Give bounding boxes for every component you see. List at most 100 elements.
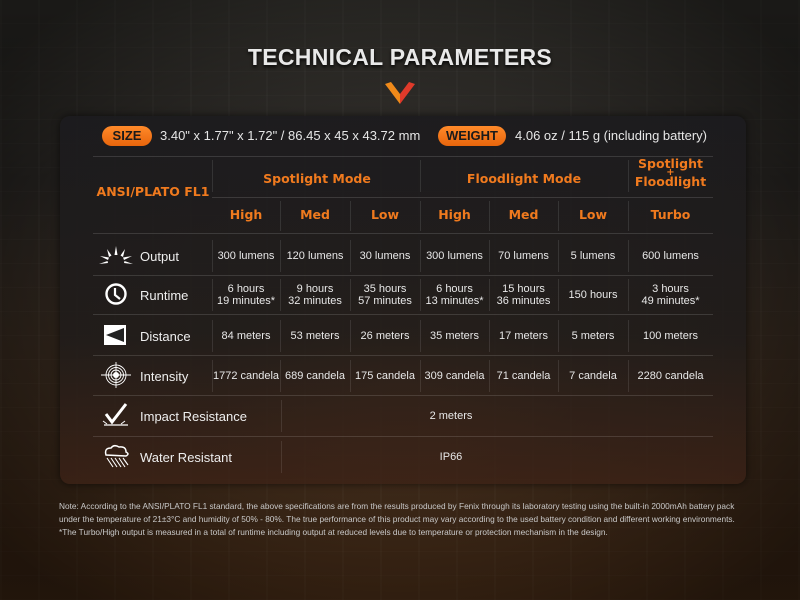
column-divider [280,240,281,272]
column-divider [489,320,490,352]
size-badge: SIZE [102,126,152,146]
column-divider [628,160,629,192]
column-divider [489,360,490,392]
column-divider [489,201,490,231]
weight-value: 4.06 oz / 115 g (including battery) [515,128,707,143]
mode-header-low: Low [578,207,608,222]
row-label-runtime: Runtime [140,287,189,303]
cell-line: 35 hours [363,283,407,295]
column-divider [628,240,629,272]
combo-line2: Floodlight [634,174,707,189]
cell-line: 30 lumens [359,250,411,262]
combo-mode-header: Spotlight + Floodlight [628,157,713,189]
table-cell: 2280 candela [628,356,713,396]
column-divider [212,240,213,272]
footnote-line3: *The Turbo/High output is measured in a … [59,527,608,537]
spotlight-mode-header: Spotlight Mode [263,171,371,186]
row-label-output: Output [140,248,180,264]
mode-header-high: High [229,207,263,222]
divider [93,233,713,234]
cell-line: 1772 candela [212,370,280,382]
table-cell: 84 meters [212,316,280,356]
column-divider [628,201,629,231]
footnote: Note: According to the ANSI/PLATO FL1 st… [59,500,779,539]
row-label-impact-resistance: Impact Resistance [140,408,247,424]
weight-badge: WEIGHT [438,126,506,146]
table-cell: 3 hours 49 minutes* [628,275,713,315]
column-divider [280,320,281,352]
table-cell: 600 lumens [628,236,713,276]
table-cell: 1772 candela [212,356,280,396]
column-divider [420,160,421,192]
mode-header-high: High [438,207,471,222]
table-cell: 71 candela [489,356,558,396]
cell-line: 309 candela [424,370,485,382]
cell-line: 17 meters [499,330,548,342]
row-label-water-resistant: Water Resistant [140,449,232,465]
column-divider [212,360,213,392]
table-cell: 300 lumens [420,236,489,276]
cell-line: 53 meters [290,330,340,342]
table-cell: 175 candela [350,356,420,396]
impact-check-icon [98,402,134,428]
column-divider [420,279,421,311]
cell-line: 6 hours [436,283,473,295]
size-value: 3.40" x 1.77" x 1.72" / 86.45 x 45 x 43.… [160,128,421,143]
row-label-distance: Distance [140,328,191,344]
column-divider [420,320,421,352]
column-divider [628,320,629,352]
cell-line: 26 meters [360,330,410,342]
column-divider [212,160,213,192]
table-cell: 7 candela [558,356,628,396]
cell-line: 19 minutes* [216,295,276,307]
column-divider [489,240,490,272]
cell-line: 36 minutes [496,295,551,307]
cell-line: 120 lumens [286,250,344,262]
cell-line: 2280 candela [637,370,704,382]
column-divider [350,201,351,231]
cell-line: 70 lumens [498,250,549,262]
table-cell: 17 meters [489,316,558,356]
column-divider [558,360,559,392]
cell-line: 57 minutes [358,295,412,307]
wide-cell-value: 2 meters [429,410,473,422]
column-divider [212,279,213,311]
row-label-intensity: Intensity [140,368,189,384]
footnote-line1: Note: According to the ANSI/PLATO FL1 st… [59,501,735,511]
chevron-down-icon [385,82,415,104]
column-divider [420,201,421,231]
standard-header: ANSI/PLATO FL1 [96,184,210,199]
column-divider [420,360,421,392]
cell-line: 84 meters [221,330,271,342]
cell-line: 6 hours [227,283,265,295]
column-divider [420,240,421,272]
column-divider [628,279,629,311]
table-cell: 53 meters [280,316,350,356]
table-cell: 6 hours 19 minutes* [212,275,280,315]
column-divider [558,320,559,352]
table-cell: 5 meters [558,316,628,356]
cell-line: 32 minutes [288,295,342,307]
mode-header-low: Low [370,207,400,222]
cell-line: 300 lumens [217,250,275,262]
cell-line: 150 hours [568,289,618,301]
wide-cell-value: IP66 [439,451,463,463]
cell-line: 689 candela [285,370,345,382]
row-divider [93,314,713,315]
table-cell: 150 hours [558,275,628,315]
cell-line: 71 candela [496,370,551,382]
column-divider [280,201,281,231]
cell-line: 600 lumens [642,250,699,262]
column-divider [212,320,213,352]
page-title: TECHNICAL PARAMETERS [247,44,553,70]
column-divider [280,279,281,311]
table-cell: 120 lumens [280,236,350,276]
mode-header-med: Med [508,207,539,222]
column-divider [558,201,559,231]
table-cell: 9 hours 32 minutes [280,275,350,315]
cell-line: 7 candela [569,370,617,382]
cell-line: 49 minutes* [641,295,700,307]
column-divider [558,240,559,272]
table-cell: 35 meters [420,316,489,356]
column-divider [628,360,629,392]
